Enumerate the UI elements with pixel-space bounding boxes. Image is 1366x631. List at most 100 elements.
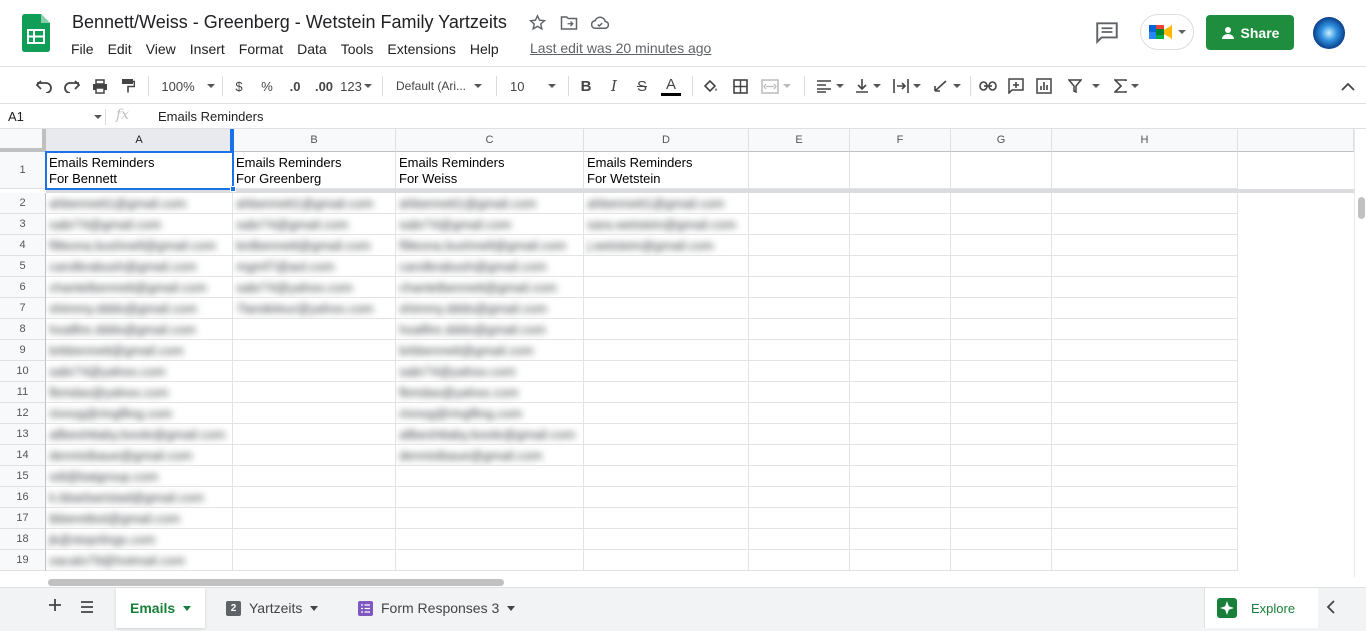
grid-cell[interactable] xyxy=(951,193,1052,214)
grid-cell[interactable] xyxy=(584,298,749,319)
grid-cell[interactable]: brbbennett@gmail.com xyxy=(396,340,584,361)
functions-icon[interactable] xyxy=(1110,75,1142,97)
grid-cell[interactable] xyxy=(951,235,1052,256)
zoom-select[interactable]: 100% xyxy=(160,75,216,97)
print-icon[interactable] xyxy=(90,75,110,97)
grid-cell[interactable] xyxy=(584,424,749,445)
grid-cell[interactable] xyxy=(233,508,396,529)
grid-cell[interactable] xyxy=(1052,487,1238,508)
grid-cell[interactable] xyxy=(850,529,951,550)
grid-cell[interactable]: sabr74@yahoo.com xyxy=(233,277,396,298)
grid-cell[interactable]: ahbennett1@gmail.com xyxy=(46,193,233,214)
horizontal-align-icon[interactable] xyxy=(814,75,846,97)
grid-cell[interactable] xyxy=(584,403,749,424)
grid-cell[interactable] xyxy=(396,508,584,529)
grid-cell[interactable]: ahbennett1@gmail.com xyxy=(584,193,749,214)
grid-cell[interactable] xyxy=(850,319,951,340)
grid-cell[interactable] xyxy=(951,382,1052,403)
grid-cell[interactable] xyxy=(951,256,1052,277)
grid-cell[interactable] xyxy=(749,424,850,445)
row-header-15[interactable]: 15 xyxy=(0,466,46,487)
grid-cell[interactable]: ahbennett1@gmail.com xyxy=(233,193,396,214)
grid-cell[interactable]: tbberetbot@gmail.com xyxy=(46,508,233,529)
row-header-6[interactable]: 6 xyxy=(0,277,46,298)
grid-cell[interactable]: hoalfire.ddds@gmail.com xyxy=(46,319,233,340)
insert-chart-icon[interactable] xyxy=(1034,75,1054,97)
comments-icon[interactable] xyxy=(1094,19,1120,45)
grid-cell[interactable]: shimmy.ddds@gmail.com xyxy=(46,298,233,319)
tab-emails[interactable]: Emails xyxy=(116,588,206,628)
move-folder-icon[interactable] xyxy=(559,13,578,32)
grid-cell[interactable]: chantelbennett@gmail.com xyxy=(46,277,233,298)
column-header-d[interactable]: D xyxy=(584,129,749,152)
grid-cell[interactable] xyxy=(749,256,850,277)
sheets-logo-icon[interactable] xyxy=(22,14,50,52)
header-cell-b[interactable]: Emails Reminders For Greenberg xyxy=(233,152,396,189)
grid-cell[interactable] xyxy=(233,340,396,361)
menu-tools[interactable]: Tools xyxy=(334,40,381,58)
grid-cell[interactable]: sabr74@yahoo.com xyxy=(46,361,233,382)
grid-cell[interactable] xyxy=(850,256,951,277)
grid-cell[interactable] xyxy=(233,487,396,508)
grid-cell[interactable] xyxy=(1052,340,1238,361)
filter-icon[interactable] xyxy=(1064,75,1104,97)
grid-cell[interactable] xyxy=(749,152,850,189)
grid-cell[interactable]: fbmdas@yahoo.com xyxy=(396,382,584,403)
grid-cell[interactable] xyxy=(850,298,951,319)
font-size-select[interactable]: 10 xyxy=(510,75,560,97)
strikethrough-button[interactable]: S xyxy=(634,75,650,97)
grid-cell[interactable] xyxy=(1052,508,1238,529)
last-edit-link[interactable]: Last edit was 20 minutes ago xyxy=(530,40,711,56)
grid-cell[interactable] xyxy=(749,550,850,571)
grid-cell[interactable] xyxy=(396,466,584,487)
grid-cell[interactable] xyxy=(850,277,951,298)
grid-cell[interactable] xyxy=(749,445,850,466)
text-rotation-icon[interactable] xyxy=(930,75,964,97)
grid-cell[interactable]: brdbennett@gmail.com xyxy=(233,235,396,256)
menu-file[interactable]: File xyxy=(64,40,101,58)
menu-edit[interactable]: Edit xyxy=(101,40,139,58)
grid-cell[interactable] xyxy=(850,382,951,403)
grid-cell[interactable] xyxy=(749,340,850,361)
percent-format-button[interactable]: % xyxy=(258,75,276,97)
collapse-menus-icon[interactable] xyxy=(1338,75,1358,97)
grid-cell[interactable] xyxy=(951,340,1052,361)
grid-cell[interactable]: 7landeleur@yahoo.com xyxy=(233,298,396,319)
borders-icon[interactable] xyxy=(730,75,750,97)
cloud-saved-icon[interactable] xyxy=(590,13,609,32)
grid-cell[interactable]: brbbennett@gmail.com xyxy=(46,340,233,361)
grid-cell[interactable]: rinnog@ringfling.com xyxy=(396,403,584,424)
grid-cell[interactable] xyxy=(584,487,749,508)
grid-cell[interactable] xyxy=(850,152,951,189)
column-header-g[interactable]: G xyxy=(951,129,1052,152)
grid-cell[interactable]: sabr74@gmail.com xyxy=(46,214,233,235)
column-header-h[interactable]: H xyxy=(1052,129,1238,152)
undo-icon[interactable] xyxy=(34,75,54,97)
tab-form-responses-3[interactable]: Form Responses 3 xyxy=(344,588,529,628)
grid-cell[interactable] xyxy=(951,319,1052,340)
header-cell-c[interactable]: Emails Reminders For Weiss xyxy=(396,152,584,189)
grid-cell[interactable]: ahbennett1@gmail.com xyxy=(396,193,584,214)
menu-insert[interactable]: Insert xyxy=(183,40,232,58)
grid-cell[interactable] xyxy=(1052,550,1238,571)
decrease-decimal-button[interactable]: .0 xyxy=(284,75,306,97)
grid-cell[interactable]: f9leona.bushnell@gmail.com xyxy=(46,235,233,256)
grid-cell[interactable] xyxy=(850,550,951,571)
grid-cell[interactable] xyxy=(233,466,396,487)
grid-cell[interactable] xyxy=(584,508,749,529)
grid-cell[interactable] xyxy=(749,235,850,256)
meet-button[interactable] xyxy=(1140,14,1194,50)
grid-cell[interactable]: dennistbaue@gmail.com xyxy=(396,445,584,466)
row-header-2[interactable]: 2 xyxy=(0,193,46,214)
grid-cell[interactable] xyxy=(1052,319,1238,340)
more-formats-select[interactable]: 123 xyxy=(340,75,372,97)
vertical-scrollbar[interactable] xyxy=(1354,129,1366,577)
grid-cell[interactable]: sdi@batgroup.com xyxy=(46,466,233,487)
formula-input[interactable]: Emails Reminders xyxy=(158,109,263,124)
grid-cell[interactable] xyxy=(951,529,1052,550)
text-color-button[interactable]: A xyxy=(660,75,682,97)
grid-cell[interactable] xyxy=(1052,466,1238,487)
grid-cell[interactable] xyxy=(749,361,850,382)
grid-cell[interactable] xyxy=(850,235,951,256)
grid-cell[interactable]: hoalfire.ddds@gmail.com xyxy=(396,319,584,340)
